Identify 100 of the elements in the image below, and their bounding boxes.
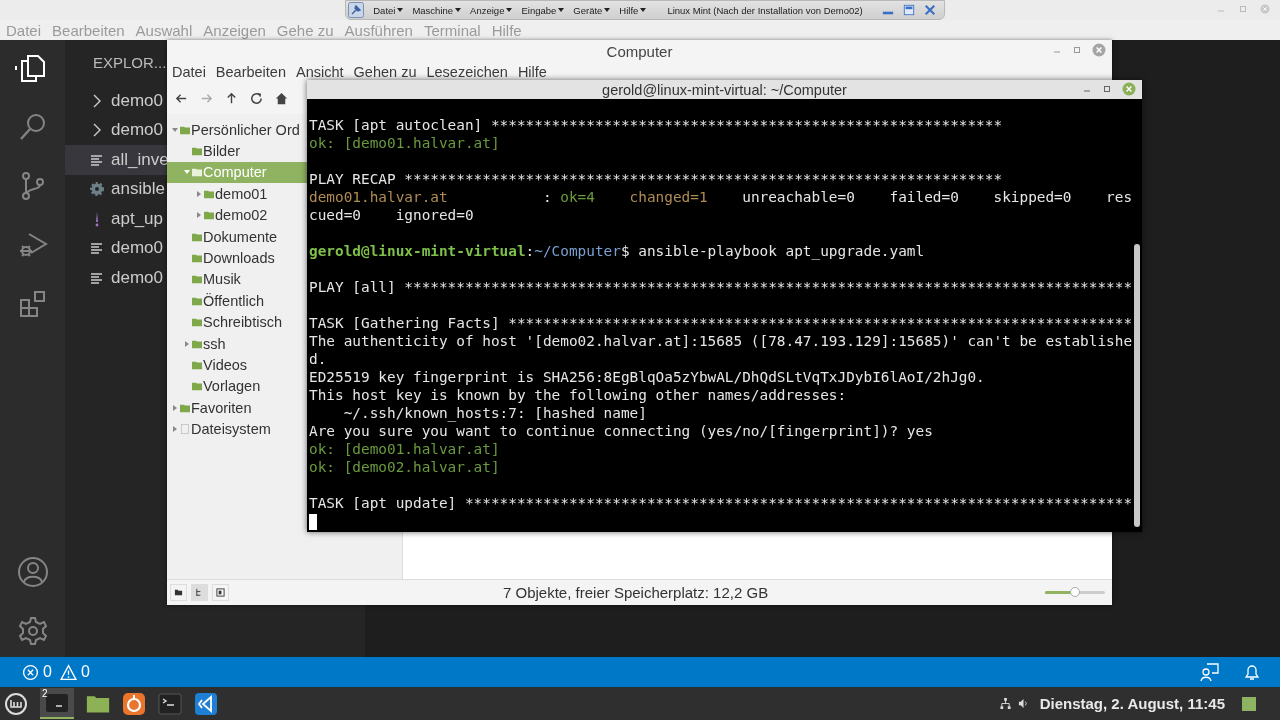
tree-item[interactable]: Vorlagen: [167, 375, 307, 398]
explorer-item[interactable]: apt_up: [65, 204, 167, 234]
explorer-item[interactable]: ansible: [65, 174, 167, 204]
tree-item[interactable]: Dateisystem: [167, 418, 307, 440]
tree-item[interactable]: Downloads: [167, 247, 307, 269]
folder-icon: [192, 146, 202, 157]
gear-icon: [89, 181, 105, 198]
tree-item[interactable]: Bilder: [167, 140, 307, 162]
tree-item[interactable]: Favoriten: [167, 397, 307, 419]
folder-icon: [192, 360, 202, 370]
reload-icon[interactable]: [249, 90, 264, 106]
browser-icon[interactable]: [122, 691, 146, 716]
volume-icon[interactable]: [1017, 698, 1029, 709]
menu-item[interactable]: Ansicht: [296, 64, 344, 80]
expander-icon[interactable]: [195, 211, 203, 220]
explorer-item[interactable]: demo0: [65, 86, 167, 116]
explorer-item[interactable]: demo0: [65, 115, 167, 145]
restore-icon[interactable]: [902, 4, 915, 16]
tree-item[interactable]: Videos: [167, 354, 307, 376]
terminal-task-button[interactable]: 2: [40, 688, 74, 719]
folder-icon: [192, 295, 202, 306]
terminal-line: ok: [demo01.halvar.at]: [309, 440, 500, 458]
terminal-line: ok: [demo02.halvar.at]: [309, 458, 500, 476]
tree-item[interactable]: Schreibtisch: [167, 311, 307, 333]
menu-item[interactable]: Hilfe: [517, 64, 547, 80]
close-icon[interactable]: [1122, 82, 1136, 96]
folder-icon: [192, 253, 202, 264]
folder-icon: [192, 167, 202, 178]
text-cursor: [309, 514, 317, 530]
explorer-item[interactable]: all_inve: [65, 145, 167, 175]
expander-icon[interactable]: [183, 339, 191, 348]
vm-menu-item[interactable]: Maschine: [412, 4, 462, 16]
terminal-line: Are you sure you want to continue connecting (yes/no/[fingerprint])? yes: [309, 422, 933, 440]
account-icon[interactable]: [16, 556, 49, 588]
terminal-line: TASK [apt update] *****************************************************************************: [309, 494, 1133, 512]
terminal-icon[interactable]: [158, 691, 182, 716]
folder-icon: [192, 274, 202, 285]
vm-menu-item[interactable]: Anzeige: [470, 4, 513, 16]
explorer-item[interactable]: demo0: [65, 263, 167, 293]
vm-menu-item[interactable]: Hilfe: [619, 4, 647, 16]
home-icon[interactable]: [274, 90, 289, 106]
menu-item[interactable]: Bearbeiten: [215, 64, 286, 80]
terminal-line: gerold@linux-mint-virtual:~/Computer$ ansible-playbook apt_upgrade.yaml: [309, 242, 925, 260]
panel-icon: [216, 588, 225, 597]
tree-item[interactable]: ssh: [167, 332, 307, 355]
show-desktop-button[interactable]: [1242, 696, 1256, 711]
vm-menu-item[interactable]: Eingabe: [521, 4, 565, 16]
menu-item[interactable]: Datei: [172, 64, 206, 80]
menu-icon[interactable]: [4, 691, 28, 716]
bell-icon[interactable]: [1242, 662, 1262, 682]
terminal-line: This host key is known by the following other names/addresses:: [309, 386, 847, 404]
terminal-line: PLAY [all] ************************************************************************************: [309, 278, 1133, 296]
warning-icon[interactable]: [59, 663, 77, 681]
text-file-icon: [89, 240, 105, 257]
drive-icon: [180, 424, 190, 435]
folder-icon: [192, 338, 202, 349]
feedback-icon[interactable]: [1200, 662, 1220, 682]
folder-icon: [192, 317, 202, 328]
menu-item[interactable]: Gehen zu: [353, 64, 417, 80]
expander-icon[interactable]: [171, 425, 179, 434]
error-icon[interactable]: [22, 663, 39, 681]
folder-icon: [192, 381, 202, 392]
terminal-line: d.: [309, 350, 327, 368]
close-icon[interactable]: [1092, 43, 1106, 57]
tree-item[interactable]: Persönlicher Ord: [167, 119, 307, 141]
tree-item[interactable]: Dokumente: [167, 225, 307, 248]
maximize-icon[interactable]: [1072, 45, 1082, 55]
vm-title: Linux Mint (Nach der Installation von Demo02): [667, 4, 863, 16]
expander-icon[interactable]: [171, 403, 179, 412]
folder-icon: [204, 210, 214, 221]
pin-icon[interactable]: [348, 2, 365, 18]
error-count: 0: [43, 663, 52, 681]
maximize-icon[interactable]: [1102, 84, 1112, 94]
warning-count: 0: [80, 663, 90, 681]
network-icon[interactable]: [999, 698, 1011, 709]
terminal-line: ED25519 key fingerprint is SHA256:8EgBlqOa5zYbwAL/DhQdSLtVqTxJDybI6lAoI/2hJg0.: [309, 368, 985, 386]
menu-item[interactable]: Lesezeichen: [426, 64, 508, 80]
folder-icon: [174, 588, 183, 597]
settings-icon[interactable]: [16, 615, 49, 647]
vm-menu-item[interactable]: Datei: [373, 4, 404, 16]
hide-sidebar-button[interactable]: [212, 584, 229, 601]
expander-icon[interactable]: [171, 125, 179, 134]
scrollbar-thumb[interactable]: [1134, 244, 1140, 527]
terminal-line: ok: [demo01.halvar.at]: [309, 134, 500, 152]
terminal-line: ~/.ssh/known_hosts:7: [hashed name]: [342, 404, 647, 422]
explorer-item[interactable]: demo0: [65, 233, 167, 263]
expander-icon[interactable]: [195, 189, 203, 198]
terminal-line: TASK [Gathering Facts] ************************************************************************: [309, 314, 1133, 332]
clock[interactable]: Dienstag, 2. August, 11:45: [1039, 695, 1225, 712]
tree-item[interactable]: Öffentlich: [167, 290, 307, 312]
close-icon[interactable]: [923, 4, 936, 16]
folder-icon: [180, 124, 190, 135]
tree-item[interactable]: Musik: [167, 268, 307, 291]
folder-icon: [204, 188, 214, 199]
places-button[interactable]: [170, 584, 187, 601]
tree-item[interactable]: demo01: [167, 183, 307, 205]
vm-menu-item[interactable]: Geräte: [573, 4, 611, 16]
tree-button[interactable]: [191, 584, 208, 601]
code-editor-icon[interactable]: [194, 691, 218, 716]
tree-item[interactable]: demo02: [167, 204, 307, 226]
